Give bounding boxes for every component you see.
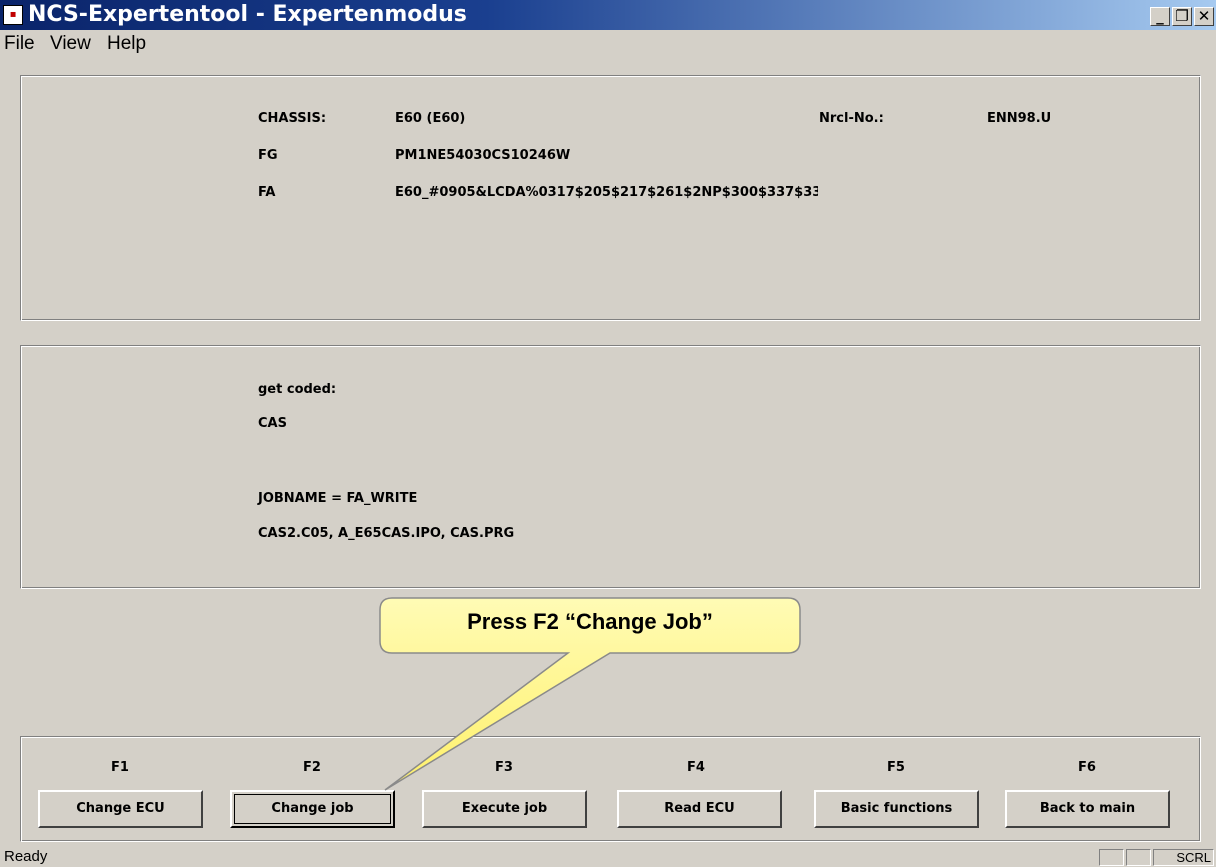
status-pane-2 (1126, 849, 1151, 866)
status-bar: Ready SCRL (0, 847, 1216, 867)
status-pane-1 (1099, 849, 1124, 866)
status-text: Ready (4, 848, 48, 865)
callout-text: Press F2 “Change Job” (467, 609, 713, 634)
callout-bubble (379, 597, 801, 791)
scroll-lock-indicator: SCRL (1153, 849, 1214, 866)
